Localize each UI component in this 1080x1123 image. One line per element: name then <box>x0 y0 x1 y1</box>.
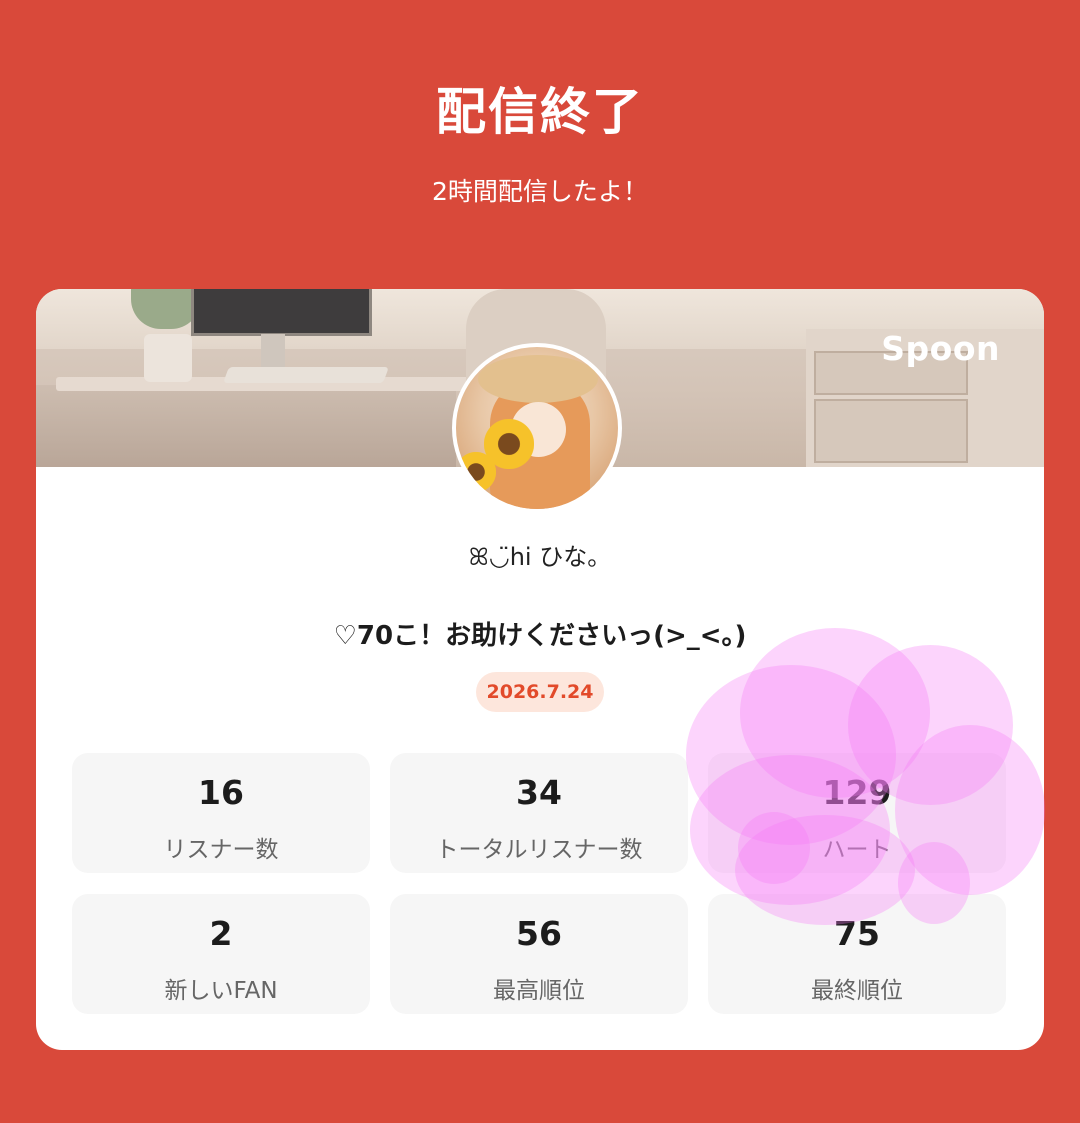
page-title: 配信終了 <box>436 83 644 141</box>
stat-highest-rank: 56 最高順位 <box>390 894 688 1014</box>
avatar[interactable] <box>452 343 622 513</box>
stat-label: 最高順位 <box>493 978 585 1004</box>
date-badge: 2026.7.24 <box>476 672 604 712</box>
stat-label: 最終順位 <box>811 978 903 1004</box>
stat-new-fans: 2 新しいFAN <box>72 894 370 1014</box>
stat-total-listeners: 34 トータルリスナー数 <box>390 753 688 873</box>
stat-label: リスナー数 <box>163 837 279 863</box>
spoon-logo: Spoon <box>881 329 1000 368</box>
stat-label: トータルリスナー数 <box>435 837 643 863</box>
page-subtitle: 2時間配信したよ！ <box>432 177 648 206</box>
stat-label: 新しいFAN <box>164 978 278 1004</box>
stat-value: 34 <box>516 773 562 812</box>
username[interactable]: ꕤ◡̈hi ひな。 <box>36 537 1044 572</box>
stat-value: 56 <box>516 914 562 953</box>
stat-value: 16 <box>198 773 244 812</box>
stat-value: 2 <box>209 914 233 953</box>
stat-listeners: 16 リスナー数 <box>72 753 370 873</box>
